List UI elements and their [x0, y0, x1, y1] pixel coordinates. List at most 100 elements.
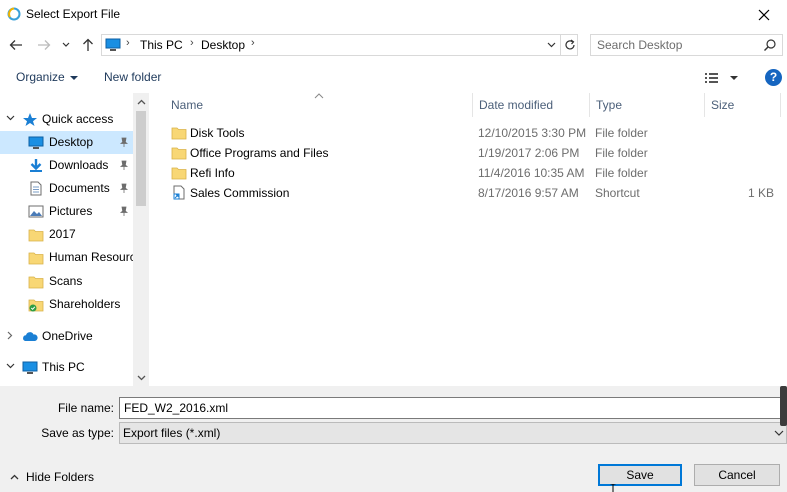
- refresh-button[interactable]: [560, 35, 578, 55]
- file-name: Office Programs and Files: [190, 146, 329, 160]
- shared-folder-icon: [28, 299, 44, 312]
- column-header-name[interactable]: Name: [165, 93, 473, 117]
- close-button[interactable]: [741, 0, 787, 30]
- nav-item-human-resources[interactable]: Human Resourc: [0, 246, 136, 269]
- nav-item-desktop[interactable]: Desktop: [0, 131, 133, 154]
- search-icon: [764, 39, 776, 51]
- nav-label: Quick access: [42, 112, 114, 126]
- save-form: File name: Save as type: Export files (*…: [0, 386, 787, 492]
- folder-icon: [171, 147, 187, 160]
- file-name-input[interactable]: [119, 397, 787, 419]
- command-bar: Organize New folder ?: [0, 63, 787, 93]
- nav-label: OneDrive: [42, 329, 93, 343]
- chevron-right-icon[interactable]: [4, 329, 16, 341]
- nav-item-scans[interactable]: Scans: [0, 270, 133, 293]
- scroll-down-arrow-icon[interactable]: [136, 373, 146, 383]
- pin-icon: [119, 206, 129, 216]
- refresh-icon: [564, 39, 575, 50]
- nav-item-quick-access[interactable]: Quick access: [0, 108, 133, 131]
- address-bar[interactable]: › This PC › Desktop ›: [101, 34, 578, 56]
- file-list: Name Date modified Type Size Disk Tools …: [149, 93, 787, 386]
- breadcrumb-desktop[interactable]: Desktop: [201, 38, 245, 52]
- hide-folders-label: Hide Folders: [26, 470, 95, 484]
- forward-button[interactable]: [35, 36, 53, 54]
- nav-label: Human Resourc: [49, 250, 136, 264]
- nav-item-shareholders[interactable]: Shareholders: [0, 293, 133, 316]
- computer-icon: [105, 38, 121, 51]
- save-as-type-label: Save as type:: [41, 426, 114, 440]
- file-type: Shortcut: [595, 186, 640, 200]
- app-icon: [7, 7, 21, 21]
- new-folder-button[interactable]: New folder: [104, 70, 161, 84]
- save-as-type-value: Export files (*.xml): [123, 426, 221, 440]
- nav-label: This PC: [42, 360, 85, 374]
- file-date: 11/4/2016 10:35 AM: [478, 166, 585, 180]
- file-date: 8/17/2016 9:57 AM: [478, 186, 579, 200]
- cancel-button[interactable]: Cancel: [694, 464, 780, 486]
- chevron-down-icon[interactable]: [4, 360, 16, 372]
- breadcrumb-separator: ›: [190, 37, 194, 49]
- file-row[interactable]: Refi Info 11/4/2016 10:35 AM File folder: [165, 163, 777, 183]
- file-name: Sales Commission: [190, 186, 290, 200]
- window-title: Select Export File: [26, 7, 121, 21]
- file-date: 1/19/2017 2:06 PM: [478, 146, 580, 160]
- help-button[interactable]: ?: [765, 69, 782, 86]
- resize-handle[interactable]: [780, 386, 787, 426]
- recent-locations-button[interactable]: [60, 36, 72, 54]
- folder-icon: [171, 167, 187, 180]
- close-icon: [758, 9, 770, 21]
- nav-label: Downloads: [49, 158, 109, 172]
- column-label: Type: [596, 98, 623, 112]
- organize-button[interactable]: Organize: [16, 70, 78, 84]
- folder-icon: [28, 229, 44, 242]
- pin-icon: [119, 160, 129, 170]
- save-button[interactable]: Save: [598, 464, 682, 486]
- folder-icon: [28, 252, 44, 265]
- nav-label: 2017: [49, 227, 76, 241]
- chevron-down-icon: [62, 42, 70, 47]
- up-button[interactable]: [79, 36, 97, 54]
- column-header-date[interactable]: Date modified: [473, 93, 590, 117]
- file-row[interactable]: Office Programs and Files 1/19/2017 2:06…: [165, 143, 777, 163]
- pictures-icon: [28, 205, 44, 218]
- title-bar: Select Export File: [0, 0, 787, 30]
- breadcrumb-separator: ›: [251, 37, 255, 49]
- chevron-down-icon: [547, 42, 555, 48]
- search-input[interactable]: [597, 38, 757, 52]
- nav-scrollbar-thumb[interactable]: [136, 111, 146, 206]
- hide-folders-button[interactable]: Hide Folders: [10, 470, 94, 484]
- address-row: › This PC › Desktop ›: [0, 30, 787, 60]
- cloud-icon: [23, 332, 38, 341]
- download-icon: [30, 159, 42, 172]
- change-view-button[interactable]: [704, 70, 744, 86]
- chevron-down-icon[interactable]: [4, 112, 16, 124]
- nav-item-pictures[interactable]: Pictures: [0, 200, 133, 223]
- back-button[interactable]: [7, 36, 25, 54]
- scroll-up-arrow-icon[interactable]: [136, 97, 146, 107]
- up-arrow-icon: [83, 38, 93, 51]
- search-box[interactable]: [590, 34, 783, 56]
- breadcrumb-this-pc[interactable]: This PC: [140, 38, 183, 52]
- file-name-label: File name:: [57, 401, 114, 415]
- nav-item-this-pc[interactable]: This PC: [0, 356, 133, 379]
- nav-scrollbar[interactable]: [133, 93, 149, 386]
- nav-label: Pictures: [49, 204, 93, 218]
- file-row[interactable]: Sales Commission 8/17/2016 9:57 AM Short…: [165, 183, 777, 203]
- column-header-type[interactable]: Type: [590, 93, 705, 117]
- file-date: 12/10/2015 3:30 PM: [478, 126, 587, 140]
- pin-icon: [119, 183, 129, 193]
- nav-label: Documents: [49, 181, 110, 195]
- nav-item-2017[interactable]: 2017: [0, 223, 133, 246]
- column-header-size[interactable]: Size: [705, 93, 781, 117]
- forward-arrow-icon: [38, 40, 51, 50]
- save-as-type-select[interactable]: Export files (*.xml): [119, 422, 787, 444]
- nav-item-onedrive[interactable]: OneDrive: [0, 325, 133, 348]
- file-row[interactable]: Disk Tools 12/10/2015 3:30 PM File folde…: [165, 123, 777, 143]
- address-dropdown-button[interactable]: [542, 35, 560, 55]
- nav-item-downloads[interactable]: Downloads: [0, 154, 133, 177]
- details-view-icon: [705, 73, 738, 83]
- nav-item-documents[interactable]: Documents: [0, 177, 133, 200]
- pin-icon: [119, 137, 129, 147]
- file-type: File folder: [595, 126, 648, 140]
- chevron-up-icon: [10, 474, 19, 480]
